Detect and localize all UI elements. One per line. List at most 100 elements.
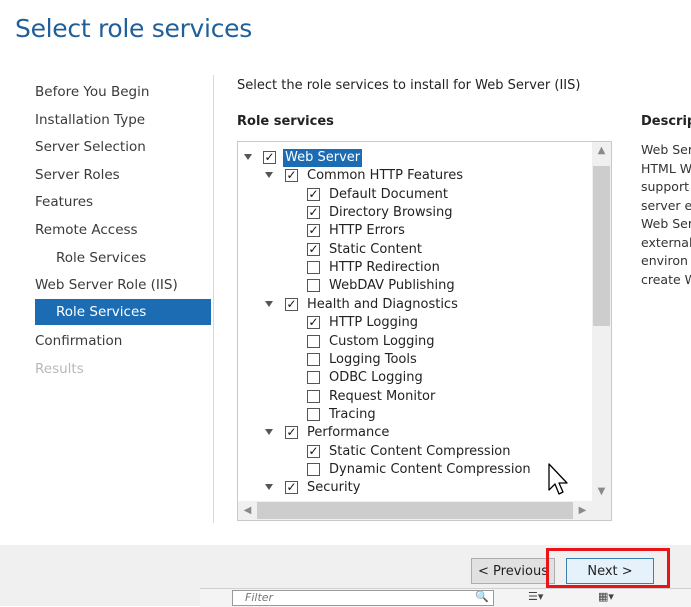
tree-item-label: Static Content Compression <box>329 443 511 459</box>
tree-item[interactable]: ODBC Logging <box>238 369 588 387</box>
tree-item-label: Logging Tools <box>329 351 417 367</box>
nav-web-server-role[interactable]: Web Server Role (IIS) <box>35 273 178 297</box>
tree-item-checkbox[interactable] <box>307 389 320 403</box>
expand-arrow-icon[interactable] <box>265 172 273 179</box>
description-line: support <box>641 179 689 194</box>
instruction-text: Select the role services to install for … <box>237 78 581 93</box>
next-button-highlight <box>546 548 670 588</box>
tree-item[interactable]: Default Document <box>238 186 588 204</box>
tree-item-checkbox[interactable] <box>307 334 320 348</box>
tree-item-label: ODBC Logging <box>329 370 423 386</box>
tree-item[interactable]: Request Monitor <box>238 388 588 406</box>
tree-item[interactable]: Security <box>238 479 588 497</box>
role-services-heading: Role services <box>237 114 334 129</box>
description-line: environ <box>641 253 688 268</box>
description-heading: Descript <box>641 114 691 129</box>
nav-before-you-begin[interactable]: Before You Begin <box>35 80 149 104</box>
tree-item-checkbox[interactable] <box>307 371 320 385</box>
tree-item-label: Performance <box>307 425 390 441</box>
description-line: Web Ser <box>641 216 691 231</box>
nav-confirmation[interactable]: Confirmation <box>35 329 122 353</box>
tree-item-label: Custom Logging <box>329 333 435 349</box>
tree-item-checkbox[interactable] <box>307 352 320 366</box>
vertical-scroll-thumb[interactable] <box>593 166 610 326</box>
tree-item-checkbox[interactable] <box>307 187 320 201</box>
tree-item[interactable]: Dynamic Content Compression <box>238 461 588 479</box>
description-line: server ex <box>641 197 691 213</box>
filter-input[interactable]: Filter <box>232 590 494 606</box>
search-icon[interactable]: 🔍 <box>475 590 489 603</box>
expand-arrow-icon[interactable] <box>265 429 273 436</box>
tree-item-checkbox[interactable] <box>263 151 276 164</box>
tree-item[interactable]: Common HTTP Features <box>238 167 588 185</box>
nav-web-server-role-services[interactable]: Role Services <box>35 299 211 325</box>
tree-item[interactable]: Custom Logging <box>238 333 588 351</box>
horizontal-scrollbar[interactable]: ◀ ▶ <box>238 501 611 520</box>
description-line: Web Ser <box>641 142 691 157</box>
tree-item-label: Health and Diagnostics <box>307 296 458 312</box>
nav-features[interactable]: Features <box>35 190 93 214</box>
scroll-up-icon[interactable]: ▲ <box>592 142 611 160</box>
tree-item-checkbox[interactable] <box>307 279 320 293</box>
tree-item[interactable]: HTTP Logging <box>238 314 588 332</box>
nav-server-roles[interactable]: Server Roles <box>35 163 120 187</box>
scroll-left-icon[interactable]: ◀ <box>238 501 257 520</box>
tree-item[interactable]: Health and Diagnostics <box>238 296 588 314</box>
tree-item-checkbox[interactable] <box>307 224 320 238</box>
tree-item-checkbox[interactable] <box>307 316 320 330</box>
tree-item-checkbox[interactable] <box>307 261 320 275</box>
tree-item-label: Request Monitor <box>329 388 436 404</box>
nav-installation-type[interactable]: Installation Type <box>35 108 145 132</box>
tree-item-checkbox[interactable] <box>285 426 298 440</box>
tree-item-checkbox[interactable] <box>307 444 320 458</box>
expand-arrow-icon[interactable] <box>244 154 252 160</box>
tree-item-checkbox[interactable] <box>285 297 298 311</box>
scroll-right-icon[interactable]: ▶ <box>573 501 592 520</box>
tree-item-checkbox[interactable] <box>307 206 320 220</box>
description-line: create W <box>641 271 691 287</box>
tree-item[interactable]: Static Content <box>238 241 588 259</box>
tree-item-label: Web Server <box>283 149 363 167</box>
tree-item-checkbox[interactable] <box>285 169 298 183</box>
previous-button[interactable]: < Previous <box>471 558 555 584</box>
expand-arrow-icon[interactable] <box>265 484 273 491</box>
tree-item[interactable]: HTTP Redirection <box>238 259 588 277</box>
tree-item[interactable]: Web Server <box>238 149 588 167</box>
page-title: Select role services <box>15 14 252 43</box>
tree-item[interactable]: Static Content Compression <box>238 443 588 461</box>
tree-item-label: Directory Browsing <box>329 205 453 221</box>
nav-divider <box>213 75 214 523</box>
tree-item-label: HTTP Errors <box>329 223 405 239</box>
tree-item-checkbox[interactable] <box>307 242 320 256</box>
mouse-cursor-icon <box>548 463 568 495</box>
tree-item-checkbox[interactable] <box>307 462 320 476</box>
tree-item-label: Static Content <box>329 241 423 257</box>
tree-item-label: Security <box>307 480 361 496</box>
description-line: HTML W <box>641 160 691 176</box>
tree-item[interactable]: HTTP Errors <box>238 222 588 240</box>
tree-item[interactable]: Logging Tools <box>238 351 588 369</box>
nav-remote-access-role-services[interactable]: Role Services <box>56 246 146 270</box>
nav-remote-access[interactable]: Remote Access <box>35 218 138 242</box>
nav-server-selection[interactable]: Server Selection <box>35 135 146 159</box>
tree-item-checkbox[interactable] <box>285 481 298 495</box>
scroll-down-icon[interactable]: ▼ <box>592 483 611 501</box>
tree-item[interactable]: Performance <box>238 424 588 442</box>
tree-item[interactable]: Directory Browsing <box>238 204 588 222</box>
tree-item-label: Default Document <box>329 186 448 202</box>
tree-item[interactable]: Tracing <box>238 406 588 424</box>
tree-item-label: WebDAV Publishing <box>329 278 455 294</box>
tree-item-label: Common HTTP Features <box>307 168 463 184</box>
tree-item-label: HTTP Logging <box>329 315 418 331</box>
vertical-scrollbar[interactable]: ▲ ▼ <box>592 142 611 501</box>
expand-arrow-icon[interactable] <box>265 300 273 307</box>
nav-results: Results <box>35 361 84 377</box>
tree-item-label: Dynamic Content Compression <box>329 461 531 477</box>
description-line: external <box>641 234 691 250</box>
tree-item[interactable]: WebDAV Publishing <box>238 277 588 295</box>
tree-item-checkbox[interactable] <box>307 407 320 421</box>
description-text: Web Ser HTML W support server ex Web Ser… <box>641 141 691 289</box>
save-options-icon[interactable]: ▦▾ <box>598 590 614 603</box>
horizontal-scroll-thumb[interactable] <box>257 502 573 519</box>
list-options-icon[interactable]: ☰▾ <box>528 590 543 603</box>
